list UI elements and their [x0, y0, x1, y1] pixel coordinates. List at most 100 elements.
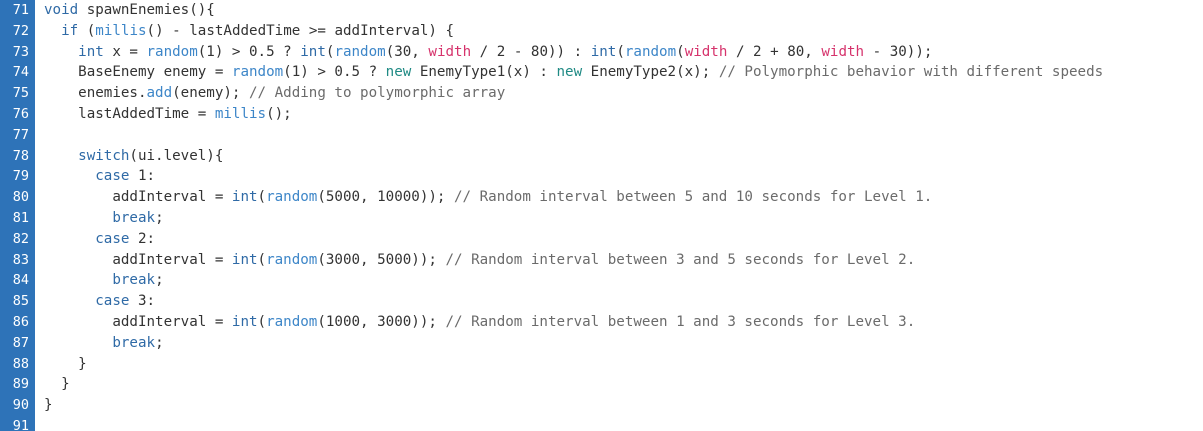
code-token: random — [334, 43, 386, 60]
code-token: random — [231, 64, 284, 81]
code-token: millis — [214, 106, 267, 122]
code-token: (5000, 10000)); — [317, 189, 455, 206]
code-comment: // Polymorphic behavior with different s… — [718, 64, 1104, 81]
code-token: int — [590, 43, 617, 60]
code-token: 1: — [129, 168, 156, 185]
line-number: 87 — [12, 334, 29, 351]
line-number: 78 — [12, 147, 29, 164]
line-number: 86 — [12, 314, 29, 330]
line-number: 72 — [12, 22, 29, 39]
line-number: 81 — [12, 210, 29, 226]
line-number: 76 — [12, 106, 29, 122]
line-number: 73 — [12, 43, 29, 60]
code-token: / 2 - 80)) : — [471, 43, 591, 60]
code-token: case — [95, 168, 130, 185]
code-token: break — [112, 272, 156, 289]
code-line[interactable]: break; — [44, 208, 164, 229]
line-number: 75 — [12, 85, 29, 102]
code-token: case — [95, 230, 130, 247]
code-token: width — [821, 43, 865, 60]
line-number: 82 — [12, 230, 29, 247]
code-token: ; — [155, 272, 164, 289]
code-token: ( — [616, 43, 625, 60]
line-number: 80 — [12, 189, 29, 206]
code-token: (30, — [385, 43, 429, 60]
code-line[interactable]: case 3: — [44, 291, 155, 312]
code-token: int — [300, 43, 326, 60]
code-comment: // Random interval between 3 and 5 secon… — [445, 251, 916, 268]
code-line[interactable]: switch(ui.level){ — [44, 146, 223, 167]
line-number: 84 — [12, 272, 29, 289]
code-token: millis — [95, 22, 147, 39]
code-token: 3: — [129, 293, 156, 310]
line-number: 91 — [12, 418, 29, 431]
code-token: ( — [257, 314, 267, 330]
code-token: } — [44, 376, 70, 393]
code-line[interactable]: } — [44, 354, 87, 375]
code-line[interactable]: int x = random(1) > 0.5 ? int(random(30,… — [44, 42, 932, 63]
code-line[interactable]: break; — [44, 270, 164, 291]
code-token: int — [231, 189, 258, 206]
code-token: int — [231, 251, 258, 268]
code-token: void — [44, 2, 79, 18]
code-comment: // Random interval between 1 and 3 secon… — [445, 314, 916, 330]
code-token: new — [556, 64, 583, 81]
line-number: 90 — [12, 397, 29, 414]
code-line[interactable]: } — [44, 395, 53, 416]
code-token: (1000, 3000)); — [317, 314, 446, 330]
code-line[interactable]: BaseEnemy enemy = random(1) > 0.5 ? new … — [44, 62, 1103, 83]
code-token: EnemyType2(x); — [582, 64, 719, 81]
line-number: 85 — [12, 293, 29, 310]
code-line[interactable]: break; — [44, 333, 164, 354]
code-line[interactable]: addInterval = int(random(3000, 5000)); /… — [44, 250, 915, 271]
code-comment: // Adding to polymorphic array — [249, 85, 506, 102]
code-token: 2: — [129, 230, 156, 247]
code-token: ( — [257, 251, 267, 268]
line-number: 88 — [12, 355, 29, 372]
code-token: if — [61, 22, 79, 39]
code-line[interactable]: lastAddedTime = millis(); — [44, 104, 292, 125]
line-number: 83 — [12, 251, 29, 268]
code-line[interactable]: if (millis() - lastAddedTime >= addInter… — [44, 21, 454, 42]
code-line[interactable]: case 2: — [44, 229, 155, 250]
line-number: 79 — [12, 168, 29, 185]
code-token: addInterval = — [44, 314, 232, 330]
code-token: x = — [103, 43, 147, 60]
line-number: 89 — [12, 376, 29, 393]
code-token: ( — [78, 22, 96, 39]
code-editor[interactable]: 71 72 73 74 75 76 77 78 79 80 81 82 83 84 85 86 87 88 89 90… — [0, 0, 1203, 431]
code-line[interactable]: } — [44, 374, 70, 395]
code-token: ( — [676, 43, 685, 60]
code-line[interactable]: void spawnEnemies(){ — [44, 0, 215, 21]
code-token: EnemyType1(x) : — [411, 64, 557, 81]
code-token: new — [385, 64, 412, 81]
code-token: width — [684, 43, 728, 60]
code-token: random — [146, 43, 198, 60]
code-token: width — [428, 43, 472, 60]
code-comment: // Random interval between 5 and 10 seco… — [454, 189, 933, 206]
code-token: (3000, 5000)); — [317, 251, 446, 268]
code-token: add — [146, 85, 173, 102]
code-token: ; — [155, 334, 164, 351]
code-line[interactable]: enemies.add(enemy); // Adding to polymor… — [44, 83, 505, 104]
code-token: ; — [155, 210, 164, 226]
code-line[interactable]: case 1: — [44, 166, 155, 187]
code-token: } — [44, 355, 87, 372]
code-token: } — [44, 397, 53, 414]
code-token: (enemy); — [172, 85, 249, 102]
code-line[interactable]: addInterval = int(random(5000, 10000)); … — [44, 187, 932, 208]
code-token: (); — [266, 106, 292, 122]
code-token: addInterval = — [44, 189, 232, 206]
code-token: random — [624, 43, 677, 60]
code-token: random — [266, 189, 318, 206]
code-line[interactable]: addInterval = int(random(1000, 3000)); /… — [44, 312, 915, 333]
code-token: switch — [78, 147, 130, 164]
code-token: () - lastAddedTime >= addInterval) { — [146, 22, 455, 39]
